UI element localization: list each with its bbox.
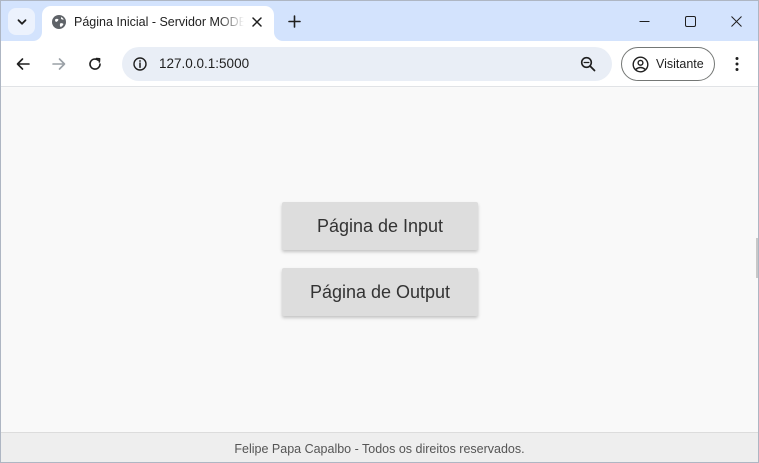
- arrow-left-icon: [15, 56, 31, 72]
- page-footer: Felipe Papa Capalbo - Todos os direitos …: [1, 432, 758, 462]
- new-tab-button[interactable]: [282, 9, 306, 33]
- footer-text: Felipe Papa Capalbo - Todos os direitos …: [234, 441, 525, 456]
- back-button[interactable]: [9, 50, 37, 78]
- forward-button[interactable]: [45, 50, 73, 78]
- scrollbar[interactable]: [756, 238, 758, 278]
- minimize-button[interactable]: [621, 1, 667, 41]
- site-info-button[interactable]: [128, 52, 152, 76]
- close-window-button[interactable]: [713, 1, 758, 41]
- arrow-right-icon: [51, 56, 67, 72]
- page-viewport: Página de Input Página de Output Felipe …: [1, 88, 758, 462]
- zoom-icon[interactable]: [578, 54, 598, 74]
- profile-label: Visitante: [656, 57, 704, 71]
- close-icon: [730, 15, 742, 27]
- input-page-button[interactable]: Página de Input: [282, 202, 478, 250]
- active-tab[interactable]: Página Inicial - Servidor MODBUS: [42, 6, 274, 41]
- more-vertical-icon: [735, 56, 739, 72]
- tab-strip: Página Inicial - Servidor MODBUS: [1, 1, 758, 41]
- chevron-down-icon: [16, 16, 28, 28]
- maximize-icon: [684, 15, 696, 27]
- info-icon: [133, 57, 147, 71]
- url-text[interactable]: 127.0.0.1:5000: [159, 56, 249, 72]
- reload-icon: [87, 56, 103, 72]
- account-circle-icon: [632, 55, 649, 73]
- minimize-icon: [639, 16, 650, 27]
- browser-window: Página Inicial - Servidor MODBUS: [0, 0, 759, 463]
- reload-button[interactable]: [81, 50, 109, 78]
- tab-title: Página Inicial - Servidor MODBUS: [74, 15, 244, 29]
- close-tab-icon[interactable]: [247, 12, 267, 32]
- maximize-button[interactable]: [667, 1, 713, 41]
- plus-icon: [287, 14, 301, 28]
- profile-button[interactable]: Visitante: [621, 47, 715, 81]
- address-bar[interactable]: 127.0.0.1:5000: [122, 47, 612, 81]
- tab-search-button[interactable]: [8, 8, 35, 35]
- browser-toolbar: 127.0.0.1:5000 Visitante: [1, 41, 758, 87]
- output-page-button[interactable]: Página de Output: [282, 268, 478, 316]
- browser-menu-button[interactable]: [725, 50, 749, 78]
- globe-icon: [51, 14, 67, 30]
